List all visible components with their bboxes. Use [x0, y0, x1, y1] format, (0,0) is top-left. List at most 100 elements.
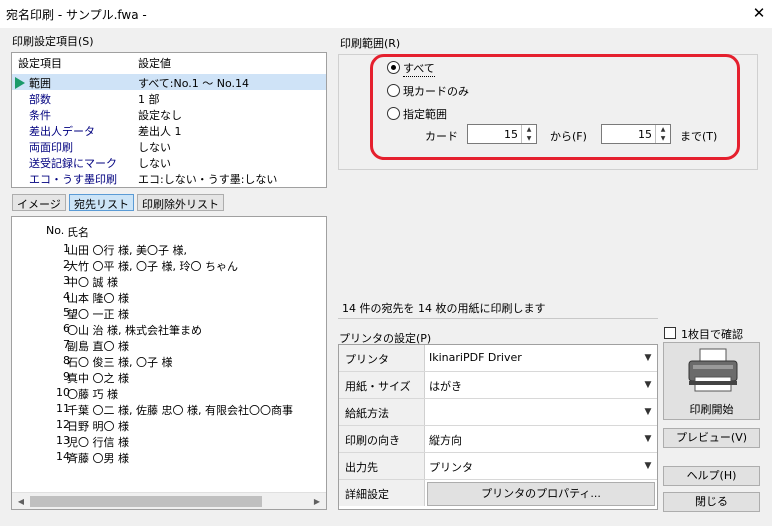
list-item-name: 〇藤 巧 様 [67, 388, 118, 401]
setting-value: しない [138, 141, 171, 154]
settings-row-eco[interactable]: エコ・うす墨印刷 エコ:しない・うす墨:しない [12, 170, 326, 186]
spin-down-icon[interactable]: ▼ [522, 134, 536, 143]
divider [338, 318, 658, 319]
list-item[interactable]: 10 〇藤 巧 様 [12, 386, 326, 402]
title-bar: 宛名印刷 - サンプル.fwa - ✕ [0, 0, 772, 28]
orientation-value: 縦方向 [429, 434, 462, 447]
help-button[interactable]: ヘルプ(H) [663, 466, 760, 486]
setting-value: すべて:No.1 ～ No.14 [138, 77, 250, 90]
setting-value: 1 部 [138, 93, 160, 106]
setting-value: 設定なし [138, 109, 182, 122]
paper-size-value: はがき [429, 380, 462, 393]
spin-up-icon[interactable]: ▲ [522, 125, 536, 134]
setting-key: 差出人データ [29, 125, 95, 138]
printer-settings-table: プリンタ IkinariPDF Driver ▼ 用紙・サイズ はがき ▼ 給紙… [338, 344, 658, 510]
list-item[interactable]: 11 千葉 〇二 様, 佐藤 忠〇 様, 有限会社〇〇商事 [12, 402, 326, 418]
chevron-down-icon[interactable]: ▼ [641, 348, 655, 368]
list-item[interactable]: 1 山田 〇行 様, 美〇子 様, [12, 242, 326, 258]
paper-feed-row[interactable]: 給紙方法 ▼ [339, 399, 657, 426]
list-item-name: 山田 〇行 様, 美〇子 様, [67, 244, 187, 257]
radio-all[interactable] [387, 61, 400, 74]
list-item-name: 千葉 〇二 様, 佐藤 忠〇 様, 有限会社〇〇商事 [67, 404, 293, 417]
confirm-first-checkbox[interactable] [664, 327, 676, 339]
settings-row-condition[interactable]: 条件 設定なし [12, 106, 326, 122]
printer-properties-button[interactable]: プリンタのプロパティ... [427, 482, 655, 506]
from-label: から(F) [550, 130, 587, 143]
list-item[interactable]: 6 〇山 治 様, 株式会社筆まめ [12, 322, 326, 338]
preview-button[interactable]: プレビュー(V) [663, 428, 760, 448]
printer-row-key: 出力先 [339, 453, 425, 479]
list-item[interactable]: 13 児〇 行信 様 [12, 434, 326, 450]
list-item-name: 中〇 誠 様 [67, 276, 118, 289]
list-item[interactable]: 8 石〇 俊三 様, 〇子 様 [12, 354, 326, 370]
tab-image[interactable]: イメージ [12, 194, 66, 211]
to-spinner[interactable]: 15 ▲ ▼ [601, 124, 671, 144]
to-value: 15 [638, 128, 652, 141]
settings-row-copies[interactable]: 部数 1 部 [12, 90, 326, 106]
radio-specified-range[interactable] [387, 107, 400, 120]
radio-current-card[interactable] [387, 84, 400, 97]
horizontal-scrollbar[interactable]: ◀ ▶ [12, 492, 326, 509]
from-value: 15 [504, 128, 518, 141]
print-summary: 14 件の宛先を 14 枚の用紙に印刷します [342, 302, 546, 315]
list-item-name: 山本 隆〇 様 [67, 292, 129, 305]
list-item[interactable]: 5 望〇 一正 様 [12, 306, 326, 322]
chevron-down-icon[interactable]: ▼ [641, 429, 655, 449]
radio-all-label: すべて [403, 62, 435, 77]
scroll-left-icon[interactable]: ◀ [14, 495, 28, 508]
print-start-button[interactable]: 印刷開始 [663, 342, 760, 420]
spin-down-icon[interactable]: ▼ [656, 134, 670, 143]
tab-excluded-list[interactable]: 印刷除外リスト [137, 194, 224, 211]
printer-row-key: 詳細設定 [339, 480, 425, 506]
setting-value: エコ:しない・うす墨:しない [138, 173, 278, 186]
list-item[interactable]: 7 副島 直〇 様 [12, 338, 326, 354]
printer-row-key: プリンタ [339, 345, 425, 371]
list-item-name: 石〇 俊三 様, 〇子 様 [67, 356, 173, 369]
settings-row-duplex[interactable]: 両面印刷 しない [12, 138, 326, 154]
orientation-row[interactable]: 印刷の向き 縦方向 ▼ [339, 426, 657, 453]
list-item-name: 児〇 行信 様 [67, 436, 129, 449]
list-item-name: 日野 明〇 様 [67, 420, 129, 433]
list-item[interactable]: 4 山本 隆〇 様 [12, 290, 326, 306]
settings-row-mark[interactable]: 送受記録にマーク しない [12, 154, 326, 170]
printer-icon [688, 348, 738, 392]
scroll-thumb[interactable] [30, 496, 262, 507]
col-value-header: 設定値 [138, 57, 171, 70]
radio-specified-range-label: 指定範囲 [403, 108, 447, 121]
paper-size-row[interactable]: 用紙・サイズ はがき ▼ [339, 372, 657, 399]
tab-address-list[interactable]: 宛先リスト [69, 194, 134, 211]
close-button[interactable]: 閉じる [663, 492, 760, 512]
settings-row-sender[interactable]: 差出人データ 差出人 1 [12, 122, 326, 138]
output-row[interactable]: 出力先 プリンタ ▼ [339, 453, 657, 480]
setting-value: しない [138, 157, 171, 170]
printer-row[interactable]: プリンタ IkinariPDF Driver ▼ [339, 345, 657, 372]
list-item-name: 副島 直〇 様 [67, 340, 129, 353]
range-group-label: 印刷範囲(R) [340, 37, 401, 50]
printer-select-value: IkinariPDF Driver [429, 351, 522, 364]
card-label: カード [425, 130, 458, 143]
list-item[interactable]: 9 真中 〇之 様 [12, 370, 326, 386]
from-spinner[interactable]: 15 ▲ ▼ [467, 124, 537, 144]
address-list[interactable]: No. 氏名 1 山田 〇行 様, 美〇子 様, 2 大竹 〇平 様, 〇子 様, … [11, 216, 327, 510]
setting-key: 条件 [29, 109, 51, 122]
close-icon[interactable]: ✕ [748, 2, 770, 24]
col-name-header: 氏名 [67, 226, 89, 239]
list-item-name: 真中 〇之 様 [67, 372, 129, 385]
spin-up-icon[interactable]: ▲ [656, 125, 670, 134]
chevron-down-icon[interactable]: ▼ [641, 456, 655, 476]
printer-row-key: 給紙方法 [339, 399, 425, 425]
list-item[interactable]: 14 斉藤 〇男 様 [12, 450, 326, 466]
chevron-down-icon[interactable]: ▼ [641, 402, 655, 422]
scroll-right-icon[interactable]: ▶ [310, 495, 324, 508]
output-value: プリンタ [429, 461, 473, 474]
list-item[interactable]: 3 中〇 誠 様 [12, 274, 326, 290]
list-item[interactable]: 2 大竹 〇平 様, 〇子 様, 玲〇 ちゃん [12, 258, 326, 274]
print-start-label: 印刷開始 [689, 403, 734, 416]
chevron-down-icon[interactable]: ▼ [641, 375, 655, 395]
setting-key: 両面印刷 [29, 141, 73, 154]
settings-row-range[interactable]: 範囲 すべて:No.1 ～ No.14 [12, 74, 326, 90]
current-row-marker-icon [15, 77, 25, 89]
list-item[interactable]: 12 日野 明〇 様 [12, 418, 326, 434]
printer-row-key: 印刷の向き [339, 426, 425, 452]
setting-key: エコ・うす墨印刷 [29, 173, 117, 186]
